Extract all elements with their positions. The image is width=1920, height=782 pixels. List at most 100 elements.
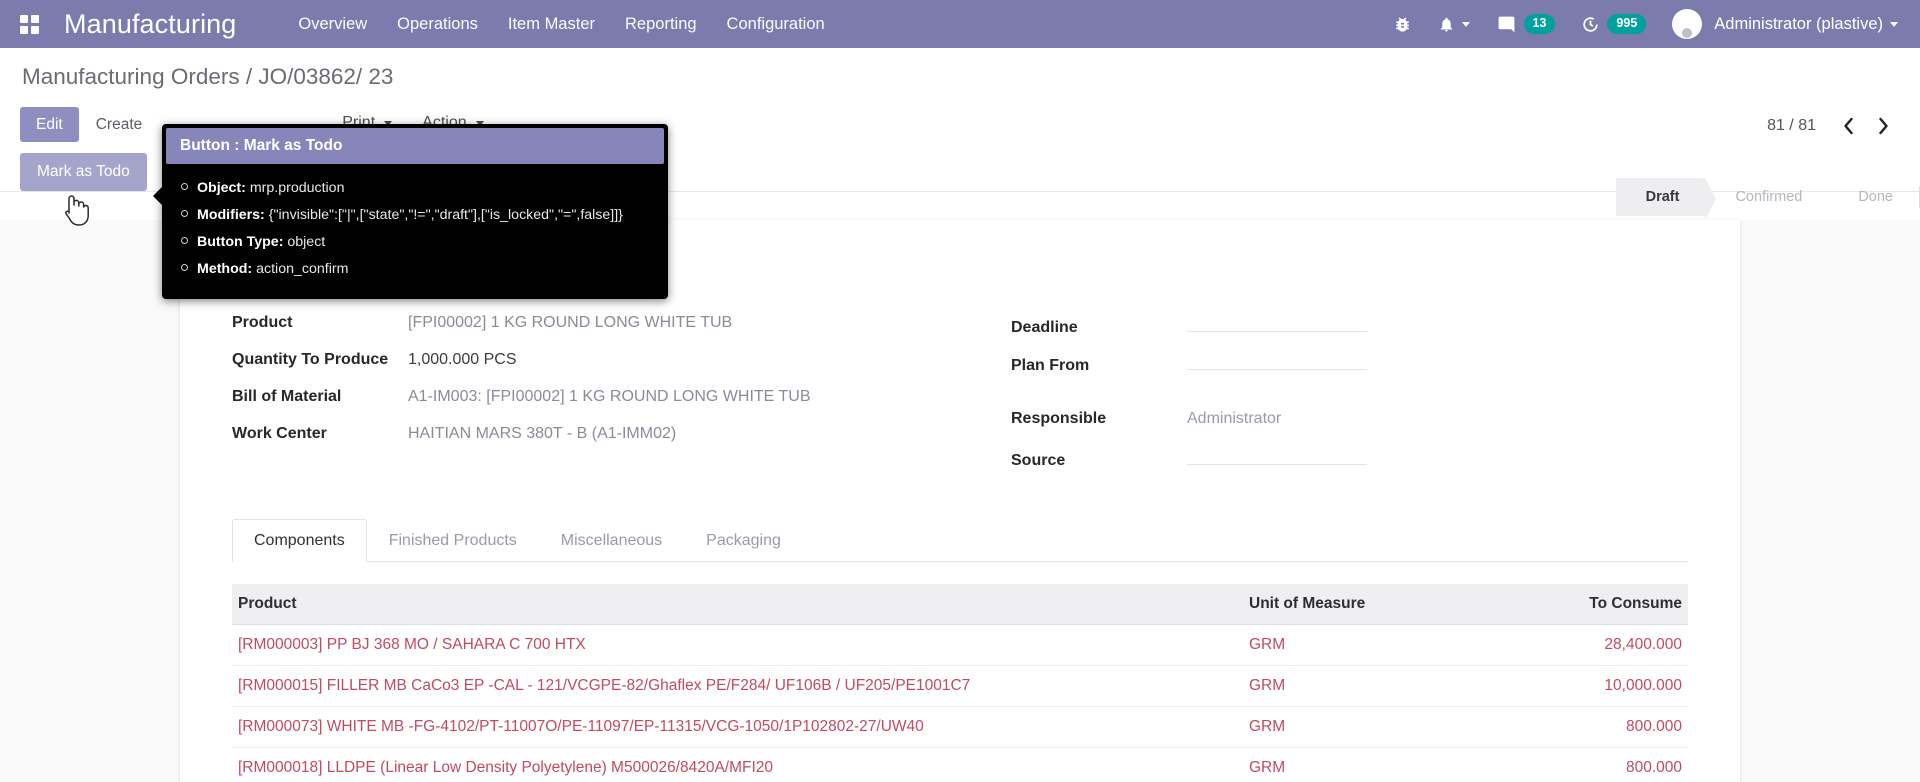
pager: 81 / 81 (1767, 102, 1900, 141)
field-label: Work Center (232, 424, 327, 442)
cell-product[interactable]: [RM000073] WHITE MB -FG-4102/PT-11007O/P… (232, 706, 1243, 748)
nav-item-operations[interactable]: Operations (397, 15, 478, 34)
tooltip-title: Button : Mark as Todo (166, 128, 664, 164)
timer-menu[interactable]: 995 (1568, 0, 1659, 48)
app-brand-title[interactable]: Manufacturing (64, 9, 236, 40)
notebook-tabs: Components Finished Products Miscellaneo… (232, 518, 1688, 562)
form-view-area: Draft Confirmed Done JO/03862/ 23 Produc… (0, 177, 1920, 782)
tooltip-row-button-type: Button Type: object (180, 228, 658, 255)
tooltip-row-value: action_confirm (256, 260, 349, 277)
timer-count-badge: 995 (1607, 14, 1647, 34)
field-deadline: Deadline (1011, 314, 1688, 337)
pager-count: 81 / 81 (1767, 117, 1816, 134)
user-menu[interactable]: Administrator (plastive) (1659, 0, 1900, 48)
cell-product[interactable]: [RM000003] PP BJ 368 MO / SAHARA C 700 H… (232, 624, 1243, 666)
cell-to-consume[interactable]: 800.000 (1473, 706, 1688, 748)
field-value-deadline[interactable] (1187, 314, 1367, 332)
edit-button[interactable]: Edit (20, 107, 79, 143)
main-nav-menu: Overview Operations Item Master Reportin… (298, 15, 824, 34)
field-label: Plan From (1011, 356, 1090, 374)
tab-finished-products[interactable]: Finished Products (367, 519, 539, 562)
nav-item-overview[interactable]: Overview (298, 15, 367, 34)
table-row[interactable]: [RM000003] PP BJ 368 MO / SAHARA C 700 H… (232, 624, 1688, 666)
nav-item-item-master[interactable]: Item Master (508, 15, 595, 34)
pager-previous-button[interactable] (1832, 111, 1865, 141)
field-value-plan-from[interactable] (1187, 352, 1367, 370)
cell-uom[interactable]: GRM (1243, 747, 1473, 782)
field-label: Bill of Material (232, 387, 342, 405)
cell-uom[interactable]: GRM (1243, 624, 1473, 666)
cell-uom[interactable]: GRM (1243, 665, 1473, 707)
table-row[interactable]: [RM000073] WHITE MB -FG-4102/PT-11007O/P… (232, 706, 1688, 748)
field-value-bom[interactable]: A1-IM003: [FPI00002] 1 KG ROUND LONG WHI… (408, 388, 810, 407)
nav-item-configuration[interactable]: Configuration (727, 15, 825, 34)
chevron-right-icon (1879, 117, 1888, 135)
chevron-down-icon (1461, 21, 1470, 27)
table-row[interactable]: [RM000015] FILLER MB CaCo3 EP -CAL - 121… (232, 665, 1688, 707)
field-value-responsible[interactable]: Administrator (1187, 410, 1307, 429)
messaging-count-badge: 13 (1523, 14, 1556, 34)
field-source: Source (1011, 447, 1688, 470)
messaging-menu[interactable]: 13 (1483, 0, 1569, 48)
tooltip-row-label: Object: (197, 179, 246, 196)
tab-packaging[interactable]: Packaging (684, 519, 803, 562)
field-work-center: Work Center HAITIAN MARS 380T - B (A1-IM… (232, 425, 960, 447)
column-header-unit-of-measure[interactable]: Unit of Measure (1243, 583, 1473, 625)
tooltip-row-method: Method: action_confirm (180, 255, 658, 282)
form-column-right: Deadline Plan From Responsible Administr… (960, 314, 1688, 485)
status-stage-confirmed[interactable]: Confirmed (1705, 178, 1828, 216)
table-head: Product Unit of Measure To Consume (232, 583, 1688, 625)
apps-grid-icon[interactable] (12, 7, 46, 41)
status-stage-draft[interactable]: Draft (1615, 177, 1717, 220)
table-header-row: Product Unit of Measure To Consume (232, 583, 1688, 625)
tooltip-arrow-icon (153, 186, 163, 206)
tooltip-rows: Object: mrp.production Modifiers: {"invi… (166, 164, 664, 295)
debug-tooltip: Button : Mark as Todo Object: mrp.produc… (153, 124, 668, 299)
cell-product[interactable]: [RM000018] LLDPE (Linear Low Density Pol… (232, 747, 1243, 782)
pager-next-button[interactable] (1867, 111, 1900, 141)
field-label: Quantity To Produce (232, 350, 389, 368)
status-bar: Draft Confirmed Done (1615, 177, 1920, 220)
tooltip-row-value: {"invisible":["|",["state","!=","draft"]… (268, 206, 623, 223)
clock-icon (1583, 16, 1599, 32)
cell-to-consume[interactable]: 10,000.000 (1473, 665, 1688, 707)
bug-icon[interactable] (1380, 0, 1425, 48)
cell-to-consume[interactable]: 800.000 (1473, 747, 1688, 782)
cell-to-consume[interactable]: 28,400.000 (1473, 624, 1688, 666)
column-header-to-consume[interactable]: To Consume (1473, 583, 1688, 625)
form-fields-grid: Product [FPI00002] 1 KG ROUND LONG WHITE… (232, 314, 1688, 519)
field-value-source[interactable] (1187, 447, 1367, 465)
tab-components[interactable]: Components (232, 518, 367, 562)
form-column-left: Product [FPI00002] 1 KG ROUND LONG WHITE… (232, 314, 960, 485)
chevron-left-icon (1844, 117, 1853, 135)
navbar-right-tools: 13 995 Administrator (plastive) (1380, 0, 1900, 48)
tooltip-row-value: mrp.production (249, 179, 345, 196)
table-body: [RM000003] PP BJ 368 MO / SAHARA C 700 H… (232, 624, 1688, 782)
column-header-product[interactable]: Product (232, 583, 1243, 625)
tooltip-row-object: Object: mrp.production (180, 174, 658, 201)
breadcrumb[interactable]: Manufacturing Orders / JO/03862/ 23 (20, 48, 1900, 102)
field-value-product[interactable]: [FPI00002] 1 KG ROUND LONG WHITE TUB (408, 314, 732, 333)
cell-product[interactable]: [RM000015] FILLER MB CaCo3 EP -CAL - 121… (232, 665, 1243, 707)
tooltip-row-label: Method: (197, 260, 253, 277)
field-label: Source (1011, 451, 1066, 469)
field-responsible: Responsible Administrator (1011, 410, 1688, 432)
field-spacer (1011, 390, 1688, 402)
field-value-work-center[interactable]: HAITIAN MARS 380T - B (A1-IMM02) (408, 425, 676, 444)
table-row[interactable]: [RM000018] LLDPE (Linear Low Density Pol… (232, 747, 1688, 782)
chevron-down-icon (1890, 21, 1898, 27)
field-label: Deadline (1011, 318, 1078, 336)
field-value-quantity[interactable]: 1,000.000 PCS (408, 351, 528, 370)
field-quantity-to-produce: Quantity To Produce 1,000.000 PCS (232, 351, 960, 373)
create-button[interactable]: Create (85, 107, 154, 142)
bell-icon[interactable] (1425, 0, 1483, 48)
field-label: Responsible (1011, 409, 1107, 427)
field-label: Product (232, 313, 293, 331)
field-bill-of-material: Bill of Material A1-IM003: [FPI00002] 1 … (232, 388, 960, 410)
status-stage-done[interactable]: Done (1828, 178, 1919, 216)
cell-uom[interactable]: GRM (1243, 706, 1473, 748)
field-product: Product [FPI00002] 1 KG ROUND LONG WHITE… (232, 314, 960, 336)
mark-as-todo-button[interactable]: Mark as Todo (20, 153, 147, 191)
nav-item-reporting[interactable]: Reporting (625, 15, 697, 34)
tab-miscellaneous[interactable]: Miscellaneous (539, 519, 684, 562)
